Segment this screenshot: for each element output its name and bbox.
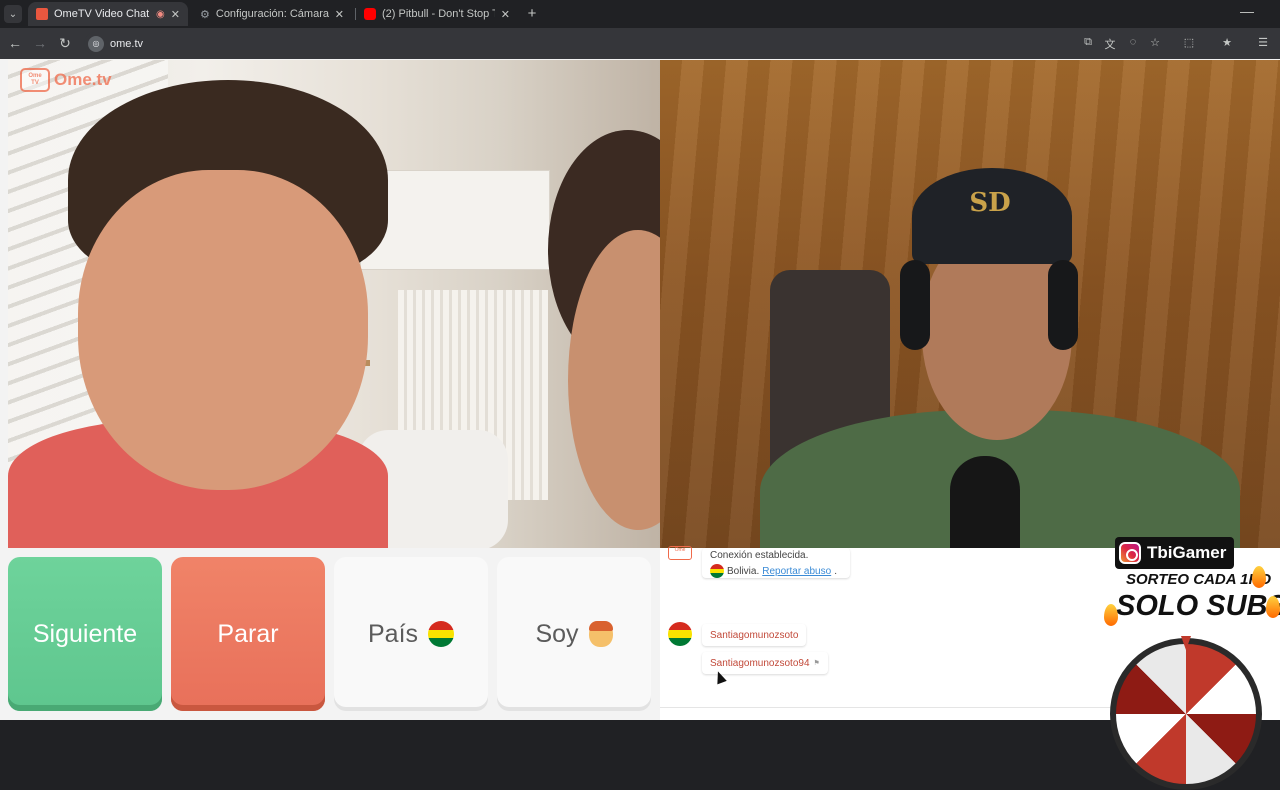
tab-ometv[interactable]: OmeTV Video Chat — Ome ◉ ✕ [28, 2, 188, 26]
gear-icon: ⚙ [200, 8, 210, 21]
url-text: ome.tv [110, 37, 144, 50]
instagram-tag: TbiGamer [1115, 537, 1235, 569]
tab-strip: ⌄ OmeTV Video Chat — Ome ◉ ✕ ⚙ Configura… [0, 0, 1280, 28]
prize-wheel [1110, 638, 1262, 790]
tab-youtube[interactable]: (2) Pitbull - Don't Stop The Part ✕ [356, 2, 518, 26]
close-tab-icon[interactable]: ✕ [171, 8, 180, 21]
bookmark-star-icon[interactable]: ☆ [1148, 36, 1162, 49]
tab-settings-camera[interactable]: ⚙ Configuración: Cámara ✕ [192, 2, 352, 26]
logo-badge-bottom: TV [31, 80, 39, 86]
fire-icon [1252, 566, 1266, 588]
gender-button-label: Soy [535, 619, 579, 648]
chat-message-text: Santiagomunozsoto94 [710, 657, 810, 669]
headphone-right [1048, 260, 1078, 350]
chat-message: Santiagomunozsoto [702, 624, 807, 646]
instagram-icon [1119, 542, 1141, 564]
address-bar[interactable]: ◎ ome.tv [84, 32, 1184, 55]
install-app-icon[interactable]: ⧉ [1081, 36, 1095, 49]
tab-search-icon[interactable]: ⌄ [4, 5, 22, 23]
tab-title: OmeTV Video Chat — Ome [54, 8, 150, 20]
ometv-logo-icon: Ome TV [20, 68, 50, 92]
new-tab-icon[interactable]: + [524, 5, 540, 22]
fire-icon [1104, 604, 1118, 626]
next-button-label: Siguiente [32, 619, 138, 648]
report-message-icon[interactable]: ⚑ [814, 659, 820, 667]
translate-icon[interactable]: 文 [1103, 36, 1117, 52]
stranger-face [78, 170, 368, 490]
fire-icon [1266, 596, 1280, 618]
watermark-text: Ome.tv [54, 70, 112, 89]
system-message: Conexión establecida. Bolivia. Reportar … [702, 548, 850, 578]
ometv-favicon-icon [36, 8, 48, 20]
reload-icon[interactable]: ↻ [57, 35, 73, 52]
chat-message-text: Santiagomunozsoto [710, 629, 799, 641]
country-button[interactable]: País [334, 557, 488, 711]
report-abuse-link[interactable]: Reportar abuso [762, 566, 831, 577]
ometv-system-icon: Ome [668, 546, 692, 560]
stranger-country: Bolivia. [727, 565, 760, 577]
connection-status: Conexión establecida. [710, 550, 809, 561]
chat-panel: Ome Conexión establecida. Bolivia. Repor… [660, 546, 1110, 720]
bookmarks-icon[interactable]: ★ [1220, 36, 1234, 49]
instagram-handle: TbiGamer [1147, 543, 1227, 562]
close-tab-icon[interactable]: ✕ [501, 8, 510, 21]
headphone-left [900, 260, 930, 350]
eye-off-icon[interactable]: ◌ [1126, 36, 1140, 48]
stop-button-label: Parar [217, 619, 279, 648]
gender-button[interactable]: Soy [497, 557, 651, 711]
close-tab-icon[interactable]: ✕ [335, 8, 344, 21]
ometv-watermark: Ome TV Ome.tv [20, 68, 112, 92]
minimize-icon[interactable]: — [1240, 3, 1254, 19]
bolivia-flag-icon [428, 621, 455, 647]
bolivia-flag-icon [710, 564, 724, 578]
youtube-icon [364, 8, 376, 20]
country-button-label: País [367, 619, 419, 648]
tab-title: (2) Pitbull - Don't Stop The Part [382, 8, 495, 20]
stranger-flag-avatar [668, 622, 692, 646]
back-arrow-icon[interactable]: ← [7, 35, 23, 51]
recording-indicator-icon: ◉ [156, 8, 165, 20]
menu-icon[interactable]: ☰ [1256, 36, 1270, 49]
self-video: SD [660, 60, 1280, 548]
boy-emoji-icon [588, 621, 613, 647]
page-content: Ome TV Ome.tv SD Siguiente Parar País So… [0, 59, 1280, 720]
next-button[interactable]: Siguiente [8, 557, 162, 711]
subs-only-line: SOLO SUBS [1116, 590, 1280, 622]
logo-badge-top: Ome [28, 73, 42, 79]
browser-toolbar: ← → ↻ ◎ ome.tv ⧉ 文 ◌ ☆ ⬚ ★ ☰ [0, 28, 1280, 59]
giveaway-line: SORTEO CADA 1RO [1126, 571, 1272, 588]
site-info-icon[interactable]: ◎ [88, 35, 104, 52]
microphone [950, 456, 1020, 548]
stop-button[interactable]: Parar [171, 557, 325, 711]
wall-cabinet [360, 170, 550, 270]
chat-input-divider [660, 707, 1110, 708]
forward-arrow-icon[interactable]: → [32, 35, 48, 51]
tab-title: Configuración: Cámara [215, 8, 329, 20]
extensions-icon[interactable]: ⬚ [1182, 36, 1196, 49]
stranger-video: Ome TV Ome.tv [8, 60, 660, 548]
cap-logo: SD [969, 188, 1011, 218]
